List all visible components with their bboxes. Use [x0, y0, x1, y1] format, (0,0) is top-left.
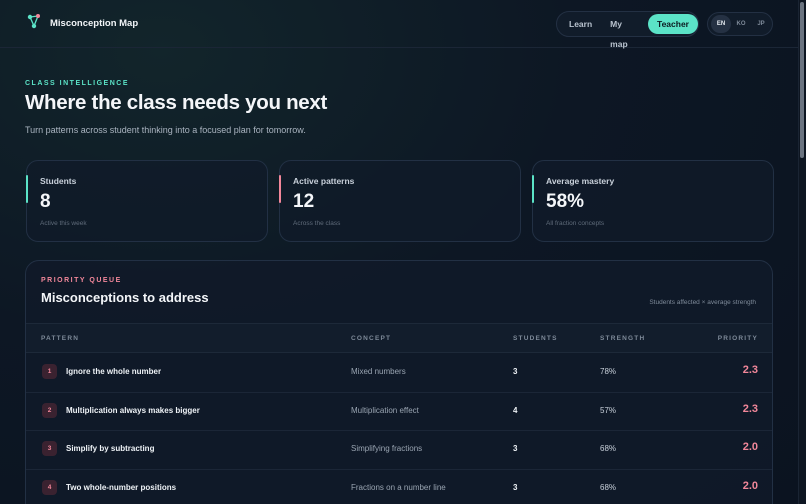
column-header-pattern[interactable]: PATTERN — [41, 335, 79, 342]
stat-note: All fraction concepts — [546, 220, 605, 227]
students-count: 3 — [513, 444, 518, 453]
stat-card-active-patterns: Active patterns 12 Across the class — [279, 160, 521, 242]
table-row[interactable]: 3 Simplify by subtracting Simplifying fr… — [26, 431, 772, 470]
stat-label: Active patterns — [293, 176, 355, 186]
priority-title: Misconceptions to address — [41, 290, 209, 305]
stat-note: Active this week — [40, 220, 87, 227]
network-logo-icon — [26, 13, 42, 34]
hero-eyebrow: CLASS INTELLIGENCE — [25, 80, 130, 87]
scrollbar-thumb[interactable] — [800, 2, 804, 158]
table-row[interactable]: 4 Two whole-number positions Fractions o… — [26, 470, 772, 504]
table-header: PATTERN CONCEPT STUDENTS STRENGTH PRIORI… — [26, 323, 772, 353]
stat-accent-bar — [26, 175, 28, 203]
priority-queue-panel: PRIORITY QUEUE Misconceptions to address… — [25, 260, 773, 504]
priority-eyebrow: PRIORITY QUEUE — [41, 277, 122, 284]
stat-value: 12 — [293, 191, 315, 212]
column-header-strength[interactable]: STRENGTH — [600, 335, 645, 342]
students-count: 3 — [513, 367, 518, 376]
pattern-name: Two whole-number positions — [66, 482, 177, 492]
lang-en[interactable]: EN — [711, 15, 731, 33]
stat-label: Students — [40, 176, 77, 186]
stat-note: Across the class — [293, 220, 341, 227]
concept-name: Fractions on a number line — [351, 482, 446, 492]
column-header-concept[interactable]: CONCEPT — [351, 335, 391, 342]
strength-value: 68% — [600, 444, 617, 453]
priority-score: 2.0 — [742, 441, 758, 453]
brand[interactable]: Misconception Map — [26, 13, 138, 34]
priority-score: 2.3 — [742, 364, 758, 376]
column-header-priority[interactable]: PRIORITY — [718, 335, 758, 342]
priority-score: 2.0 — [742, 479, 758, 492]
concept-name: Mixed numbers — [351, 367, 406, 376]
scrollbar[interactable] — [798, 0, 806, 504]
nav-learn[interactable]: Learn — [560, 14, 601, 34]
strength-value: 68% — [600, 482, 617, 492]
concept-name: Simplifying fractions — [351, 444, 423, 453]
priority-hint: Students affected × average strength — [649, 299, 756, 306]
stat-accent-bar — [532, 175, 534, 203]
lang-jp[interactable]: JP — [751, 15, 771, 33]
table-row[interactable]: 2 Multiplication always makes bigger Mul… — [26, 393, 772, 431]
rank-badge: 4 — [42, 479, 57, 495]
students-count: 3 — [513, 482, 518, 492]
stat-value: 8 — [40, 191, 51, 212]
stat-card-average-mastery: Average mastery 58% All fraction concept… — [532, 160, 774, 242]
page-subtitle: Turn patterns across student thinking in… — [25, 125, 306, 135]
lang-ko[interactable]: KO — [731, 15, 751, 33]
priority-score: 2.3 — [742, 402, 758, 415]
page-title: Where the class needs you next — [25, 91, 328, 114]
stat-card-students: Students 8 Active this week — [26, 160, 268, 242]
rank-badge: 3 — [42, 441, 57, 456]
pattern-name: Ignore the whole number — [66, 367, 162, 376]
stat-value: 58% — [546, 191, 585, 212]
students-count: 4 — [513, 405, 518, 415]
concept-name: Multiplication effect — [351, 405, 419, 415]
rank-badge: 2 — [42, 402, 57, 418]
app-title: Misconception Map — [50, 18, 139, 29]
nav-my-map[interactable]: My map — [601, 14, 646, 49]
rank-badge: 1 — [42, 364, 57, 379]
nav-teacher[interactable]: Teacher — [648, 14, 698, 34]
pattern-name: Simplify by subtracting — [66, 444, 155, 453]
strength-value: 78% — [600, 367, 617, 376]
stat-accent-bar — [279, 175, 281, 203]
column-header-students[interactable]: STUDENTS — [513, 335, 558, 342]
strength-value: 57% — [600, 405, 617, 415]
main-nav: Learn My map Teacher — [556, 11, 699, 49]
language-switcher: EN KO JP — [707, 12, 773, 36]
stat-label: Average mastery — [546, 176, 615, 186]
pattern-name: Multiplication always makes bigger — [66, 405, 200, 415]
table-row[interactable]: 1 Ignore the whole number Mixed numbers … — [26, 354, 772, 393]
